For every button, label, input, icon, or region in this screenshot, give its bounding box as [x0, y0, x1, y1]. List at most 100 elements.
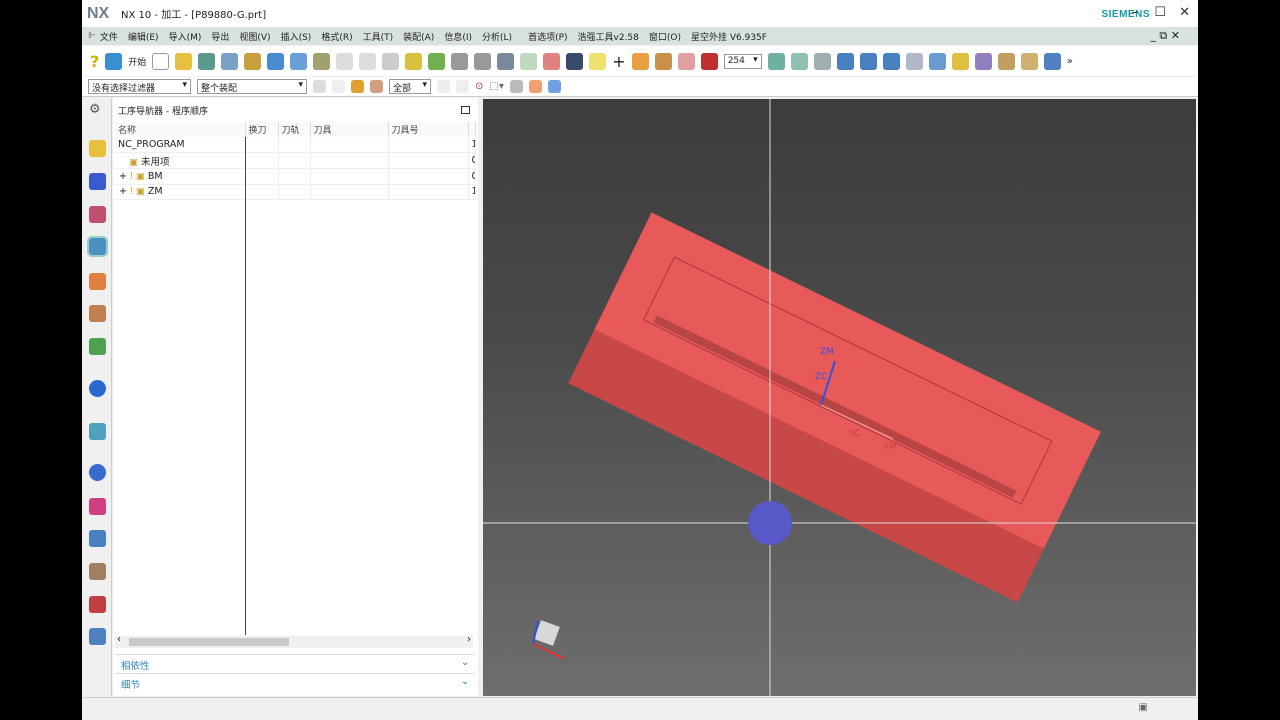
- point-icon[interactable]: +: [612, 52, 625, 71]
- row-name[interactable]: ZM: [148, 186, 163, 197]
- menu-analysis[interactable]: 分析(L): [482, 30, 512, 43]
- menu-window[interactable]: 窗口(O): [649, 30, 681, 43]
- replay-icon[interactable]: [313, 52, 331, 70]
- column-toolpath[interactable]: 刀轨: [278, 122, 311, 137]
- rectangle-select-icon[interactable]: ⬚▾: [489, 81, 503, 92]
- assembly-navigator-icon[interactable]: [89, 140, 106, 157]
- start-button[interactable]: 开始: [128, 55, 146, 68]
- method-icon[interactable]: [267, 52, 285, 70]
- table-row[interactable]: + ǃ ▣ ZM1: [115, 184, 476, 201]
- verify-path-icon[interactable]: [428, 52, 446, 70]
- new-file-icon[interactable]: [152, 52, 170, 70]
- section-icon[interactable]: [974, 52, 992, 70]
- constraint-navigator-icon[interactable]: [89, 173, 106, 190]
- settings-icon[interactable]: ⚙: [89, 102, 106, 119]
- close-button[interactable]: ✕: [1179, 5, 1190, 20]
- simulate-icon[interactable]: [359, 52, 377, 70]
- move-layer-icon[interactable]: [790, 52, 808, 70]
- row-name[interactable]: 未用项: [141, 157, 170, 168]
- cutter-icon[interactable]: [497, 52, 515, 70]
- table-row[interactable]: ▣ 未用项 0: [115, 152, 476, 169]
- csys-icon[interactable]: [520, 52, 538, 70]
- column-tool[interactable]: 刀具: [310, 122, 389, 137]
- shaded-icon[interactable]: [509, 80, 523, 93]
- operation-icon[interactable]: [221, 52, 239, 70]
- menu-export[interactable]: 导出: [211, 30, 229, 43]
- redo-select-icon[interactable]: [456, 80, 469, 93]
- more-icon[interactable]: »: [1067, 56, 1073, 67]
- select-icon[interactable]: [905, 52, 923, 70]
- verify-icon[interactable]: [336, 52, 354, 70]
- menu-info[interactable]: 信息(I): [444, 30, 472, 43]
- column-tool-number[interactable]: 刀具号: [388, 122, 469, 137]
- color-icon[interactable]: [370, 80, 383, 93]
- fullscreen-icon[interactable]: ▣: [1139, 702, 1148, 713]
- geometry-icon[interactable]: [244, 52, 262, 70]
- snap-icon[interactable]: [313, 80, 326, 93]
- menu-view[interactable]: 视图(V): [239, 30, 270, 43]
- box-icon[interactable]: [654, 52, 672, 70]
- expand-icon[interactable]: +: [119, 171, 130, 182]
- layer-select[interactable]: 254: [723, 53, 762, 69]
- palette-icon[interactable]: [89, 338, 106, 355]
- web-browser-icon[interactable]: [89, 423, 106, 440]
- maximize-panel-button[interactable]: [461, 106, 470, 114]
- show-icon[interactable]: [836, 52, 854, 70]
- menu-file[interactable]: 文件: [100, 30, 118, 43]
- layer-settings-icon[interactable]: [767, 52, 785, 70]
- maximize-button[interactable]: ☐: [1154, 5, 1166, 20]
- expand-icon[interactable]: +: [119, 186, 130, 197]
- measure-angle-icon[interactable]: [1020, 52, 1038, 70]
- graphics-viewport[interactable]: ZM ZC XC XM: [483, 99, 1196, 696]
- scope-select[interactable]: 整个装配: [197, 79, 307, 94]
- menu-insert[interactable]: 插入(S): [281, 30, 312, 43]
- plane-icon[interactable]: [589, 52, 607, 70]
- extrude-icon[interactable]: [631, 52, 649, 70]
- list-icon[interactable]: [451, 52, 469, 70]
- doc-window-controls[interactable]: _ ⧉ ✕: [1150, 29, 1180, 43]
- machine-navigator-icon[interactable]: [89, 273, 106, 290]
- type-select[interactable]: 全部: [389, 79, 431, 94]
- scrollbar-thumb[interactable]: [129, 638, 289, 646]
- menu-import[interactable]: 导入(M): [169, 30, 202, 43]
- horizontal-scrollbar[interactable]: ‹ ›: [115, 634, 473, 648]
- wcs-icon[interactable]: [543, 52, 561, 70]
- system-scenes-icon[interactable]: [89, 563, 106, 580]
- info-icon[interactable]: [89, 380, 106, 397]
- export-icon[interactable]: [1043, 52, 1061, 70]
- manufacturing-wizard-icon[interactable]: [89, 596, 106, 613]
- highlight-icon[interactable]: [351, 80, 364, 93]
- part-navigator-icon[interactable]: [89, 206, 106, 223]
- column-more[interactable]: [468, 122, 476, 137]
- list2-icon[interactable]: [474, 52, 492, 70]
- menu-edit[interactable]: 编辑(E): [128, 30, 159, 43]
- open-folder-icon[interactable]: [175, 52, 193, 70]
- column-tool-change[interactable]: 换刀: [245, 122, 279, 137]
- tool-icon[interactable]: [198, 52, 216, 70]
- invert-icon[interactable]: [882, 52, 900, 70]
- cylinder-icon[interactable]: [677, 52, 695, 70]
- hide-icon[interactable]: [859, 52, 877, 70]
- save-icon[interactable]: [566, 52, 584, 70]
- studio-icon[interactable]: [547, 80, 561, 93]
- wireframe-icon[interactable]: [528, 80, 542, 93]
- measure-distance-icon[interactable]: [997, 52, 1015, 70]
- undo-select-icon[interactable]: [437, 80, 450, 93]
- layer-icon[interactable]: [700, 52, 718, 70]
- point-select-icon[interactable]: ⊙: [475, 81, 483, 92]
- menu-assembly[interactable]: 装配(A): [403, 30, 434, 43]
- show-only-icon[interactable]: [928, 52, 946, 70]
- help-icon[interactable]: ?: [90, 52, 99, 71]
- dependencies-panel[interactable]: 相依性 ⌄: [115, 654, 475, 672]
- minimize-button[interactable]: –: [1132, 5, 1139, 20]
- menu-format[interactable]: 格式(R): [321, 30, 352, 43]
- copy-layer-icon[interactable]: [813, 52, 831, 70]
- menu-xingkong-plugin[interactable]: 星空外挂 V6.935F: [691, 30, 767, 43]
- table-row[interactable]: NC_PROGRAM 1: [115, 137, 476, 154]
- select-features-icon[interactable]: [332, 80, 345, 93]
- menu-preferences[interactable]: 首选项(P): [528, 30, 567, 43]
- command-finder-icon[interactable]: [89, 628, 106, 645]
- reuse-library-icon[interactable]: [89, 305, 106, 322]
- program-root[interactable]: NC_PROGRAM: [118, 139, 185, 150]
- menu-tools[interactable]: 工具(T): [363, 30, 394, 43]
